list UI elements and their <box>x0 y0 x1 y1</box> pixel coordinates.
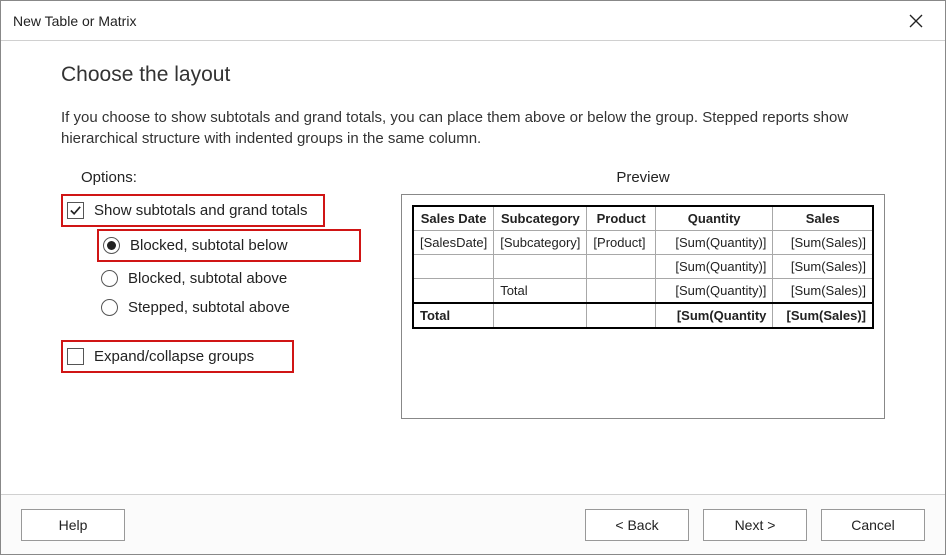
titlebar: New Table or Matrix <box>1 1 945 41</box>
cell <box>413 279 494 304</box>
show-subtotals-checkbox[interactable] <box>67 202 84 219</box>
stepped-above-option[interactable]: Stepped, subtotal above <box>97 293 371 322</box>
blocked-below-radio[interactable] <box>103 237 120 254</box>
cell: [Sum(Sales)] <box>773 303 873 328</box>
show-subtotals-label: Show subtotals and grand totals <box>94 202 307 219</box>
col-header: Subcategory <box>494 206 587 231</box>
blocked-above-radio[interactable] <box>101 270 118 287</box>
cell <box>413 255 494 279</box>
cancel-button[interactable]: Cancel <box>821 509 925 541</box>
cell <box>587 255 655 279</box>
stepped-above-radio[interactable] <box>101 299 118 316</box>
show-subtotals-option[interactable]: Show subtotals and grand totals <box>63 196 323 225</box>
button-bar: Help < Back Next > Cancel <box>1 494 945 554</box>
table-row: [Sum(Quantity)] [Sum(Sales)] <box>413 255 873 279</box>
cell: [Sum(Sales)] <box>773 255 873 279</box>
stepped-above-label: Stepped, subtotal above <box>128 299 290 316</box>
col-header: Sales Date <box>413 206 494 231</box>
cell <box>587 279 655 304</box>
preview-box: Sales Date Subcategory Product Quantity … <box>401 194 885 419</box>
cell <box>494 303 587 328</box>
cell: Total <box>494 279 587 304</box>
cell: [Sum(Quantity)] <box>655 279 773 304</box>
preview-table: Sales Date Subcategory Product Quantity … <box>412 205 874 329</box>
cell: [Product] <box>587 231 655 255</box>
cell: [Sum(Quantity <box>655 303 773 328</box>
expand-collapse-option[interactable]: Expand/collapse groups <box>63 342 292 371</box>
window-title: New Table or Matrix <box>13 13 136 29</box>
options-label: Options: <box>81 169 371 186</box>
cell: [SalesDate] <box>413 231 494 255</box>
blocked-below-label: Blocked, subtotal below <box>130 237 288 254</box>
cell: Total <box>413 303 494 328</box>
cell: [Sum(Sales)] <box>773 231 873 255</box>
table-row: Total [Sum(Quantity)] [Sum(Sales)] <box>413 279 873 304</box>
col-header: Sales <box>773 206 873 231</box>
options-panel: Options: Show subtotals and grand totals… <box>61 169 371 419</box>
back-button[interactable]: < Back <box>585 509 689 541</box>
blocked-above-label: Blocked, subtotal above <box>128 270 287 287</box>
col-header: Product <box>587 206 655 231</box>
expand-collapse-label: Expand/collapse groups <box>94 348 254 365</box>
help-button[interactable]: Help <box>21 509 125 541</box>
expand-collapse-checkbox[interactable] <box>67 348 84 365</box>
cell <box>494 255 587 279</box>
page-description: If you choose to show subtotals and gran… <box>61 107 885 149</box>
close-icon <box>909 14 923 28</box>
checkmark-icon <box>69 204 82 217</box>
cell: [Sum(Quantity)] <box>655 255 773 279</box>
blocked-below-option[interactable]: Blocked, subtotal below <box>99 231 359 260</box>
cell: [Sum(Quantity)] <box>655 231 773 255</box>
table-header-row: Sales Date Subcategory Product Quantity … <box>413 206 873 231</box>
blocked-above-option[interactable]: Blocked, subtotal above <box>97 264 371 293</box>
preview-label: Preview <box>401 169 885 186</box>
cell: [Subcategory] <box>494 231 587 255</box>
table-total-row: Total [Sum(Quantity [Sum(Sales)] <box>413 303 873 328</box>
cell: [Sum(Sales)] <box>773 279 873 304</box>
page-title: Choose the layout <box>61 63 885 87</box>
cell <box>587 303 655 328</box>
next-button[interactable]: Next > <box>703 509 807 541</box>
close-button[interactable] <box>897 6 935 36</box>
table-row: [SalesDate] [Subcategory] [Product] [Sum… <box>413 231 873 255</box>
col-header: Quantity <box>655 206 773 231</box>
preview-panel: Preview Sales Date Subcategory Product Q… <box>401 169 885 419</box>
content-area: Choose the layout If you choose to show … <box>1 41 945 494</box>
